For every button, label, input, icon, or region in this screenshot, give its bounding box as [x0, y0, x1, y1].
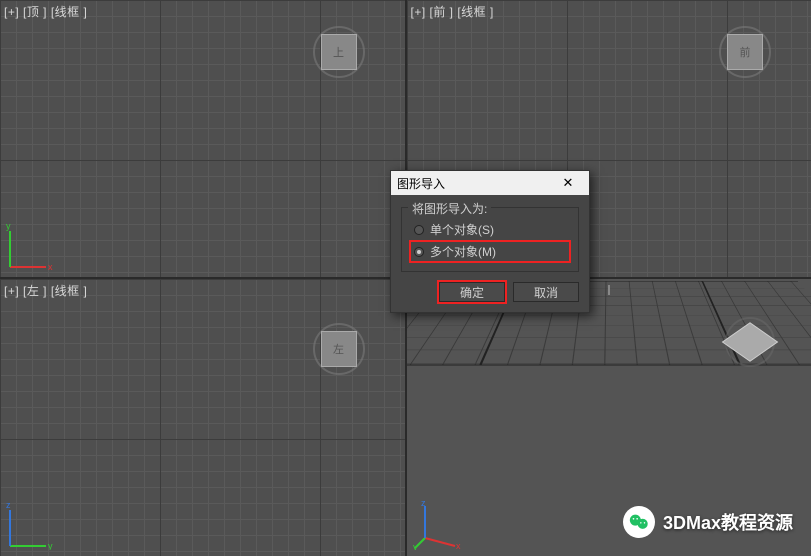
- viewcube[interactable]: 左: [309, 319, 369, 379]
- dialog-body: 将图形导入为: 单个对象(S) 多个对象(M) 确定 取消: [391, 195, 589, 312]
- dialog-buttons: 确定 取消: [401, 282, 579, 302]
- watermark-text: 3DMax教程资源: [663, 509, 793, 535]
- svg-text:y: y: [413, 542, 418, 550]
- viewcube-face[interactable]: 上: [321, 34, 357, 70]
- radio-single-object[interactable]: 单个对象(S): [410, 219, 570, 240]
- svg-text:x: x: [48, 262, 53, 271]
- axis-gizmo: x y z: [413, 500, 463, 550]
- viewcube-face[interactable]: 左: [321, 331, 357, 367]
- close-icon[interactable]: ✕: [553, 173, 583, 193]
- viewport-label[interactable]: [+] [顶 ] [线框 ]: [4, 3, 87, 20]
- ok-button[interactable]: 确定: [439, 282, 505, 302]
- viewcube-face[interactable]: 前: [727, 34, 763, 70]
- shape-import-dialog: 图形导入 ✕ 将图形导入为: 单个对象(S) 多个对象(M) 确定 取消: [390, 170, 590, 313]
- radio-icon: [414, 225, 424, 235]
- dialog-titlebar[interactable]: 图形导入 ✕: [391, 171, 589, 195]
- svg-text:y: y: [48, 541, 53, 550]
- svg-text:x: x: [456, 541, 461, 550]
- radio-multiple-objects[interactable]: 多个对象(M): [410, 241, 570, 262]
- viewport-left[interactable]: [+] [左 ] [线框 ] 左 y z: [0, 279, 405, 556]
- group-label: 将图形导入为:: [408, 200, 491, 217]
- tripod-icon: [604, 291, 614, 311]
- import-as-group: 将图形导入为: 单个对象(S) 多个对象(M): [401, 207, 579, 272]
- viewcube[interactable]: 前: [715, 22, 775, 82]
- viewport-label[interactable]: [+] [左 ] [线框 ]: [4, 282, 87, 299]
- viewport-top[interactable]: [+] [顶 ] [线框 ] 上 x y: [0, 0, 405, 277]
- radio-label: 多个对象(M): [430, 243, 496, 260]
- viewport-label[interactable]: [+] [前 ] [线框 ]: [411, 3, 494, 20]
- radio-label: 单个对象(S): [430, 221, 494, 238]
- viewcube[interactable]: [725, 317, 775, 367]
- radio-icon: [414, 247, 424, 257]
- cancel-button[interactable]: 取消: [513, 282, 579, 302]
- wechat-icon: [623, 506, 655, 538]
- viewcube[interactable]: 上: [309, 22, 369, 82]
- watermark: 3DMax教程资源: [623, 506, 793, 538]
- axis-gizmo: x y: [6, 221, 56, 271]
- dialog-title: 图形导入: [397, 175, 445, 192]
- svg-text:y: y: [6, 221, 11, 231]
- axis-gizmo: y z: [6, 500, 56, 550]
- svg-text:z: z: [6, 500, 11, 510]
- svg-text:z: z: [421, 500, 426, 508]
